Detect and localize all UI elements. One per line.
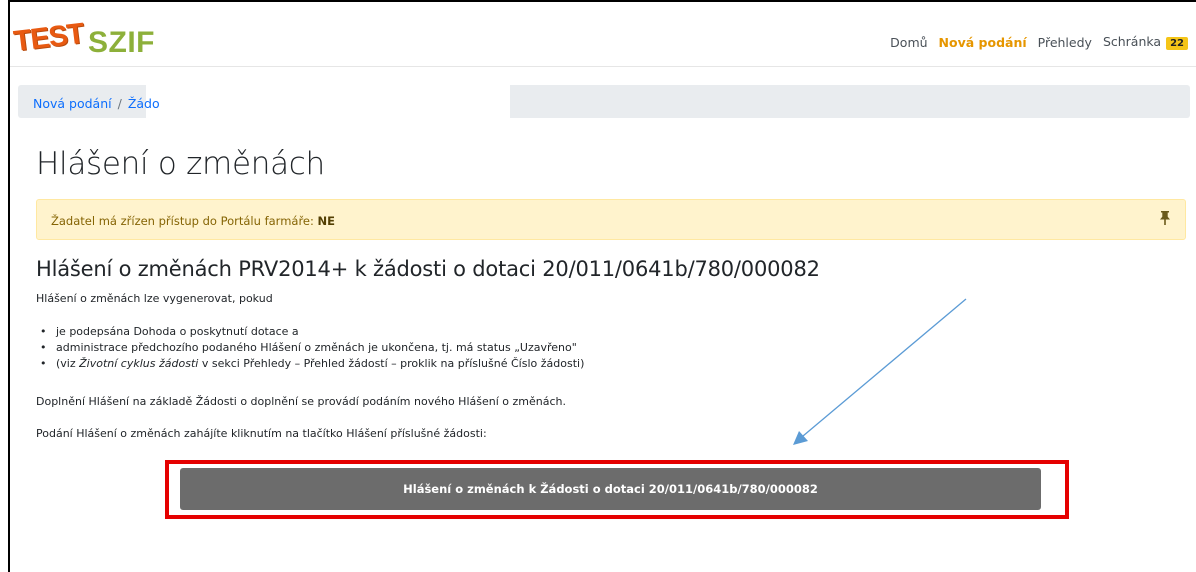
report-changes-button[interactable]: Hlášení o změnách k Žádosti o dotaci 20/…: [180, 468, 1041, 510]
breadcrumb-link-new-submissions[interactable]: Nová podání: [33, 96, 112, 111]
top-navigation: Domů Nová podání Přehledy Schránka 22: [879, 34, 1188, 50]
section-intro: Hlášení o změnách lze vygenerovat, pokud: [36, 292, 273, 305]
note-post: v sekci Přehledy – Přehled žádostí – pro…: [201, 357, 585, 370]
logo-test-text: TEST: [11, 17, 86, 59]
condition-text: administrace předchozího podaného Hlášen…: [56, 341, 577, 354]
condition-note: (viz Životní cyklus žádosti v sekci Přeh…: [40, 356, 584, 372]
header: TEST SZIF Domů Nová podání Přehledy Schr…: [10, 2, 1196, 67]
nav-item-new-submissions[interactable]: Nová podání: [939, 35, 1027, 50]
condition-text: je podepsána Dohoda o poskytnutí dotace …: [56, 325, 299, 338]
breadcrumb-link-application[interactable]: Žádo: [128, 96, 160, 111]
arrow-line: [802, 298, 967, 437]
list-item: administrace předchozího podaného Hlášen…: [40, 340, 584, 356]
note-pre: (viz: [56, 357, 76, 370]
nav-item-inbox[interactable]: Schránka 22: [1103, 34, 1188, 50]
arrow-head: [793, 431, 808, 445]
list-item: je podepsána Dohoda o poskytnutí dotace …: [40, 324, 584, 340]
breadcrumb-separator: /: [117, 96, 122, 111]
breadcrumb-redaction: [146, 85, 510, 118]
note-emphasis: Životní cyklus žádosti: [79, 357, 199, 370]
page-title: Hlášení o změnách: [36, 146, 325, 182]
nav-item-inbox-label: Schránka: [1102, 34, 1162, 49]
alert-text: Žadatel má zřízen přístup do Portálu far…: [51, 214, 335, 228]
portal-access-alert: Žadatel má zřízen přístup do Portálu far…: [36, 199, 1186, 240]
alert-label: Žadatel má zřízen přístup do Portálu far…: [51, 214, 314, 228]
nav-item-overviews[interactable]: Přehledy: [1038, 35, 1092, 50]
breadcrumb: Nová podání / Žádo: [33, 96, 160, 111]
screenshot-frame-left: [8, 0, 10, 572]
logo-brand-text: SZIF: [88, 26, 155, 59]
section-title: Hlášení o změnách PRV2014+ k žádosti o d…: [36, 257, 820, 281]
paragraph-supplement: Doplnění Hlášení na základě Žádosti o do…: [36, 395, 566, 408]
pin-icon[interactable]: [1159, 211, 1171, 229]
alert-value: NE: [317, 214, 336, 228]
inbox-count-badge: 22: [1166, 37, 1188, 50]
paragraph-instruction: Podání Hlášení o změnách zahájíte kliknu…: [36, 427, 487, 440]
nav-item-home[interactable]: Domů: [890, 35, 927, 50]
conditions-list: je podepsána Dohoda o poskytnutí dotace …: [40, 324, 584, 372]
